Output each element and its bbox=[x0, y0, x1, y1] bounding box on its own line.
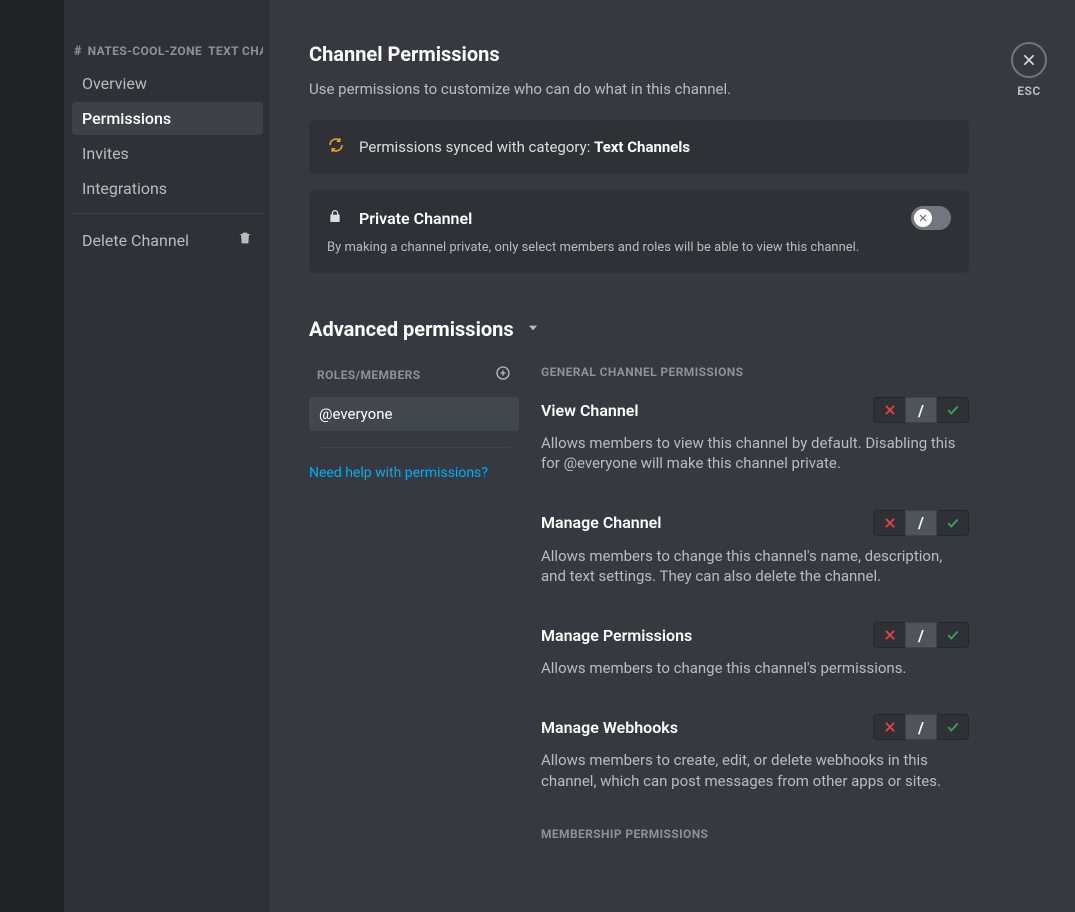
sidebar-channel-header: # NATES-COOL-ZONE TEXT CHANNELS bbox=[72, 44, 263, 67]
sync-text: Permissions synced with category: Text C… bbox=[359, 138, 690, 156]
perm-row-manage-webhooks: Manage Webhooks / Allows members to crea… bbox=[541, 714, 969, 791]
sync-banner: Permissions synced with category: Text C… bbox=[309, 120, 969, 174]
perm-deny-button[interactable] bbox=[873, 510, 905, 536]
sidebar-delete-channel[interactable]: Delete Channel bbox=[72, 224, 263, 256]
permissions-help-link[interactable]: Need help with permissions? bbox=[309, 465, 488, 481]
perm-allow-button[interactable] bbox=[937, 714, 969, 740]
hash-icon: # bbox=[74, 44, 82, 59]
perm-deny-button[interactable] bbox=[873, 622, 905, 648]
channel-name: NATES-COOL-ZONE bbox=[88, 44, 202, 58]
sidebar-separator bbox=[72, 213, 263, 214]
perm-desc: Allows members to change this channel's … bbox=[541, 658, 969, 678]
private-channel-title: Private Channel bbox=[359, 209, 472, 228]
perm-toggle-manage-channel: / bbox=[873, 510, 969, 536]
perm-allow-button[interactable] bbox=[937, 622, 969, 648]
sidebar-item-permissions[interactable]: Permissions bbox=[72, 102, 263, 135]
perm-row-manage-channel: Manage Channel / Allows members to chang… bbox=[541, 510, 969, 587]
perm-name: Manage Webhooks bbox=[541, 718, 678, 737]
perm-name: Manage Channel bbox=[541, 513, 661, 532]
close-area: ESC bbox=[1011, 42, 1047, 98]
perm-toggle-manage-permissions: / bbox=[873, 622, 969, 648]
perm-desc: Allows members to change this channel's … bbox=[541, 546, 969, 587]
perm-deny-button[interactable] bbox=[873, 714, 905, 740]
perm-row-view-channel: View Channel / Allows members to view th… bbox=[541, 397, 969, 474]
sync-prefix: Permissions synced with category: bbox=[359, 138, 594, 156]
roles-header-label: ROLES/MEMBERS bbox=[317, 368, 421, 382]
roles-separator bbox=[317, 447, 511, 448]
toggle-off-icon bbox=[918, 213, 928, 223]
delete-channel-label: Delete Channel bbox=[82, 231, 189, 250]
add-role-button[interactable] bbox=[495, 365, 511, 385]
perm-desc: Allows members to create, edit, or delet… bbox=[541, 750, 969, 791]
perm-row-manage-permissions: Manage Permissions / Allows members to c… bbox=[541, 622, 969, 678]
perm-section-title-membership: MEMBERSHIP PERMISSIONS bbox=[541, 827, 969, 841]
advanced-permissions-header[interactable]: Advanced permissions bbox=[309, 317, 969, 341]
perm-toggle-view-channel: / bbox=[873, 397, 969, 423]
role-item-everyone[interactable]: @everyone bbox=[309, 397, 519, 431]
sync-icon bbox=[327, 136, 345, 158]
close-button[interactable] bbox=[1011, 42, 1047, 78]
perm-neutral-button[interactable]: / bbox=[905, 714, 937, 740]
sync-category: Text Channels bbox=[594, 138, 690, 156]
private-channel-toggle[interactable] bbox=[911, 206, 951, 230]
esc-label: ESC bbox=[1011, 84, 1047, 98]
permissions-column: GENERAL CHANNEL PERMISSIONS View Channel… bbox=[541, 365, 969, 859]
perm-neutral-button[interactable]: / bbox=[905, 622, 937, 648]
perm-allow-button[interactable] bbox=[937, 510, 969, 536]
toggle-knob bbox=[914, 209, 932, 227]
perm-name: Manage Permissions bbox=[541, 626, 692, 645]
sidebar-item-overview[interactable]: Overview bbox=[72, 67, 263, 100]
private-channel-desc: By making a channel private, only select… bbox=[327, 240, 951, 255]
sidebar-item-invites[interactable]: Invites bbox=[72, 137, 263, 170]
perm-neutral-button[interactable]: / bbox=[905, 510, 937, 536]
advanced-permissions-title: Advanced permissions bbox=[309, 317, 514, 341]
page-subtitle: Use permissions to customize who can do … bbox=[309, 80, 969, 98]
trash-icon bbox=[237, 230, 253, 250]
perm-toggle-manage-webhooks: / bbox=[873, 714, 969, 740]
perm-neutral-button[interactable]: / bbox=[905, 397, 937, 423]
perm-name: View Channel bbox=[541, 401, 639, 420]
close-icon bbox=[1021, 52, 1037, 68]
perm-desc: Allows members to view this channel by d… bbox=[541, 433, 969, 474]
perm-section-title-general: GENERAL CHANNEL PERMISSIONS bbox=[541, 365, 969, 379]
private-channel-card: Private Channel By making a channel priv… bbox=[309, 190, 969, 273]
settings-sidebar: # NATES-COOL-ZONE TEXT CHANNELS Overview… bbox=[64, 0, 269, 912]
perm-deny-button[interactable] bbox=[873, 397, 905, 423]
chevron-down-icon bbox=[526, 320, 540, 339]
lock-icon bbox=[327, 208, 343, 228]
app-rail bbox=[0, 0, 64, 912]
perm-allow-button[interactable] bbox=[937, 397, 969, 423]
roles-column: ROLES/MEMBERS @everyone Need help with p… bbox=[309, 365, 519, 859]
channel-type: TEXT CHANNELS bbox=[208, 44, 263, 58]
main-panel: ESC Channel Permissions Use permissions … bbox=[269, 0, 1075, 912]
page-title: Channel Permissions bbox=[309, 42, 969, 66]
sidebar-item-integrations[interactable]: Integrations bbox=[72, 172, 263, 205]
